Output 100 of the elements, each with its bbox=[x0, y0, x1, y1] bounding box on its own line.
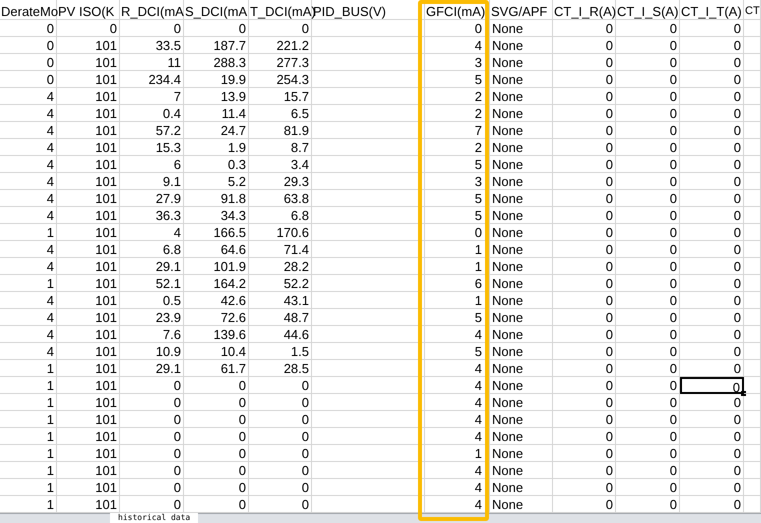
table-cell: 48.7 bbox=[284, 310, 309, 325]
table-cell: None bbox=[492, 55, 524, 70]
column-header: T_DCI(mA) bbox=[250, 4, 316, 19]
table-cell: 7 bbox=[474, 123, 482, 138]
table-cell: 0 bbox=[606, 480, 613, 495]
table-cell: 101 bbox=[95, 140, 117, 155]
table-cell: 221.2 bbox=[276, 38, 309, 53]
table-cell: 0 bbox=[734, 276, 741, 291]
table-cell: 0 bbox=[734, 497, 741, 512]
table-cell: 0 bbox=[606, 327, 613, 342]
table-cell: 0 bbox=[606, 242, 613, 257]
table-cell: 0 bbox=[174, 21, 181, 36]
table-cell: 3 bbox=[474, 174, 482, 189]
table-cell: 0 bbox=[302, 429, 309, 444]
table-cell: None bbox=[492, 293, 524, 308]
table-cell: None bbox=[492, 123, 524, 138]
table-cell: 0 bbox=[670, 446, 677, 461]
table-cell: 6 bbox=[474, 276, 482, 291]
table-cell: 5.2 bbox=[228, 174, 246, 189]
table-cell: None bbox=[492, 106, 524, 121]
table-cell: 4 bbox=[474, 327, 482, 342]
table-cell: 2 bbox=[474, 106, 482, 121]
table-cell: 234.4 bbox=[148, 72, 181, 87]
table-cell: 0 bbox=[734, 89, 741, 104]
table-cell: 0 bbox=[302, 395, 309, 410]
column-header: SVG/APF bbox=[491, 4, 548, 19]
table-cell: 0 bbox=[174, 463, 181, 478]
table-cell: 101 bbox=[95, 463, 117, 478]
table-cell: 0 bbox=[734, 140, 741, 155]
table-cell: 0 bbox=[670, 123, 677, 138]
table-cell: 0 bbox=[606, 106, 613, 121]
table-cell: 4 bbox=[474, 463, 482, 478]
table-cell: 288.3 bbox=[213, 55, 246, 70]
column-header: PV ISO(K bbox=[58, 4, 114, 19]
table-cell: 4 bbox=[46, 123, 54, 138]
table-cell: 0 bbox=[606, 21, 613, 36]
table-cell: 0 bbox=[302, 446, 309, 461]
table-cell: 5 bbox=[474, 310, 482, 325]
table-cell: 0 bbox=[606, 38, 613, 53]
table-cell: 0 bbox=[734, 174, 741, 189]
table-cell: 15.3 bbox=[156, 140, 181, 155]
table-cell: 29.1 bbox=[156, 361, 181, 376]
table-cell: 101 bbox=[95, 293, 117, 308]
table-cell: 5 bbox=[474, 191, 482, 206]
table-cell: 0 bbox=[670, 310, 677, 325]
table-cell: 0.5 bbox=[162, 293, 181, 308]
table-cell: 33.5 bbox=[156, 38, 181, 53]
table-cell: 36.3 bbox=[156, 208, 181, 223]
table-cell: 0 bbox=[238, 21, 246, 36]
table-cell: 0 bbox=[606, 140, 613, 155]
table-cell: 0 bbox=[734, 123, 741, 138]
table-cell: 0 bbox=[238, 412, 246, 427]
table-cell: None bbox=[492, 480, 524, 495]
table-cell: 4 bbox=[474, 395, 482, 410]
table-cell: 0 bbox=[606, 276, 613, 291]
table-cell: 0 bbox=[238, 395, 246, 410]
table-cell: 0 bbox=[734, 38, 741, 53]
table-cell: 0 bbox=[238, 497, 246, 512]
table-cell: 0 bbox=[46, 72, 54, 87]
table-cell: 101 bbox=[95, 327, 117, 342]
table-cell: 27.9 bbox=[156, 191, 181, 206]
table-cell: 0 bbox=[474, 225, 482, 240]
table-cell: 0 bbox=[174, 429, 181, 444]
table-cell: 0 bbox=[734, 191, 741, 206]
table-cell: 101 bbox=[95, 157, 117, 172]
table-cell: 10.9 bbox=[156, 344, 181, 359]
table-cell: 4 bbox=[46, 89, 54, 104]
table-cell: 0 bbox=[606, 293, 613, 308]
table-cell: None bbox=[492, 361, 524, 376]
table-cell: 29.1 bbox=[156, 259, 181, 274]
table-cell: 0 bbox=[670, 55, 677, 70]
table-cell: 4 bbox=[174, 225, 181, 240]
table-cell: 0 bbox=[174, 446, 181, 461]
selected-cell[interactable]: 0 bbox=[680, 377, 744, 394]
table-cell: None bbox=[492, 259, 524, 274]
table-cell: None bbox=[492, 276, 524, 291]
table-cell: None bbox=[492, 140, 524, 155]
table-cell: None bbox=[492, 208, 524, 223]
table-cell: 4 bbox=[46, 293, 54, 308]
table-cell: None bbox=[492, 242, 524, 257]
table-cell: 101 bbox=[95, 259, 117, 274]
table-cell: None bbox=[492, 38, 524, 53]
sheet-tab[interactable]: historical data bbox=[110, 513, 198, 523]
fill-handle[interactable] bbox=[741, 391, 746, 396]
table-cell: 101 bbox=[95, 72, 117, 87]
table-cell: 4 bbox=[46, 259, 54, 274]
table-cell: 0 bbox=[670, 89, 677, 104]
table-cell: 0 bbox=[734, 208, 741, 223]
table-cell: 0 bbox=[174, 412, 181, 427]
column-header: GFCI(mA) bbox=[426, 4, 486, 19]
table-cell: None bbox=[492, 157, 524, 172]
table-cell: 4 bbox=[474, 480, 482, 495]
table-cell: 52.1 bbox=[156, 276, 181, 291]
table-cell: 19.9 bbox=[220, 72, 246, 87]
table-cell: 43.1 bbox=[284, 293, 309, 308]
table-cell: 0 bbox=[606, 259, 613, 274]
table-cell: 139.6 bbox=[213, 327, 246, 342]
table-cell: 1 bbox=[46, 497, 54, 512]
table-cell: None bbox=[492, 89, 524, 104]
table-cell: 1 bbox=[474, 293, 482, 308]
